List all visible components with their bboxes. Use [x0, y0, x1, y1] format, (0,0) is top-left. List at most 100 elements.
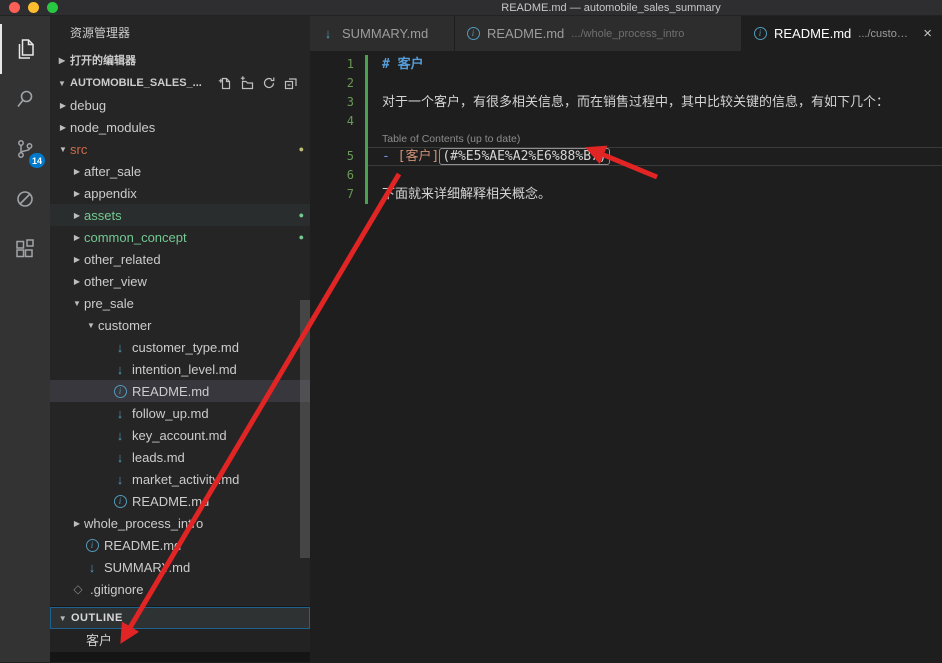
line-number: 2 — [346, 76, 354, 90]
chevron-down-icon: ▼ — [58, 613, 68, 623]
tree-item-other-view[interactable]: ▶ other_view — [50, 270, 310, 292]
scm-badge: 14 — [28, 153, 45, 168]
tree-item-label: .gitignore — [90, 581, 144, 597]
gitignore-icon: ◇ — [73, 582, 83, 596]
outline-section-header[interactable]: ▼ OUTLINE — [50, 607, 310, 629]
activity-explorer[interactable] — [0, 24, 50, 74]
tree-item-label: SUMMARY.md — [104, 559, 191, 575]
sidebar-scrollbar[interactable] — [300, 300, 310, 558]
code-line-2: 2 — [310, 74, 942, 93]
tree-item-common-concept[interactable]: ▶ common_concept ● — [50, 226, 310, 248]
activity-extensions[interactable] — [0, 224, 50, 274]
tree-item-src[interactable]: ▼ src ● — [50, 138, 310, 160]
codelens-label[interactable]: Table of Contents (up to date) — [382, 133, 520, 145]
extensions-icon — [16, 239, 34, 258]
info-icon: i — [753, 27, 767, 40]
editor-content: 1 # 客户 2 3 对于一个客户，有很多相关信息，而在销售过程中，其中比较关键的信息，… — [310, 51, 942, 662]
tree-item-follow-up-md[interactable]: ↓ follow_up.md — [50, 402, 310, 424]
tree-item-market-activity-md[interactable]: ↓ market_activity.md — [50, 468, 310, 490]
sidebar-title: 资源管理器 — [70, 26, 131, 40]
tree-item-label: after_sale — [84, 163, 142, 179]
search-icon — [17, 90, 33, 107]
outline-section: ▼ OUTLINE 客户 — [50, 606, 310, 662]
git-status-dot: ● — [298, 232, 304, 242]
tab-description: .../customer — [858, 27, 914, 40]
git-status-dot: ● — [298, 210, 304, 220]
tab-summary-md[interactable]: ↓ SUMMARY.md — [310, 16, 455, 51]
chevron-right-icon: ▶ — [73, 210, 81, 220]
activity-search[interactable] — [0, 74, 50, 124]
tree-item-gitignore[interactable]: ◇ .gitignore — [50, 578, 310, 600]
folder-section-header[interactable]: ▼ AUTOMOBILE_SALES_... — [50, 72, 310, 94]
new-folder-icon[interactable] — [240, 76, 254, 90]
info-icon: i — [466, 27, 480, 40]
tree-item-intention-level-md[interactable]: ↓ intention_level.md — [50, 358, 310, 380]
info-icon: i — [85, 538, 99, 552]
line-content — [368, 166, 942, 185]
files-icon — [18, 39, 34, 59]
readme-info-icon: i — [112, 494, 128, 508]
line-number: 5 — [346, 149, 354, 163]
tree-item-label: key_account.md — [132, 427, 227, 443]
tab-title: SUMMARY.md — [342, 26, 429, 41]
tree-item-appendix[interactable]: ▶ appendix — [50, 182, 310, 204]
tree-item-customer[interactable]: ▼ customer — [50, 314, 310, 336]
tree-item-assets[interactable]: ▶ assets ● — [50, 204, 310, 226]
new-file-icon[interactable] — [218, 76, 232, 90]
code-token: 对于一个客户，有很多相关信息，而在销售过程中，其中比较关键的信息，有如下几个： — [382, 95, 890, 110]
tree-item-node-modules[interactable]: ▶ node_modules — [50, 116, 310, 138]
code-line-5: 5 - [客户] (#%E5%AE%A2%E6%88%B7) — [310, 147, 942, 166]
chevron-down-icon: ▼ — [59, 144, 67, 154]
minimize-window-button[interactable] — [28, 2, 39, 13]
line-number: 3 — [346, 95, 354, 109]
tree-item-pre-sale[interactable]: ▼ pre_sale — [50, 292, 310, 314]
open-editors-section-header[interactable]: ▶ 打开的编辑器 — [50, 48, 310, 72]
tree-item-other-related[interactable]: ▶ other_related — [50, 248, 310, 270]
tree-item-readme-md[interactable]: i README.md — [50, 380, 310, 402]
tab-readme-md-customer[interactable]: i README.md .../customer × — [742, 16, 942, 51]
code-token: (#%E5%AE%A2%E6%88%B7) — [439, 148, 610, 165]
tree-item-readme-md[interactable]: i README.md — [50, 534, 310, 556]
tree-item-readme-md[interactable]: i README.md — [50, 490, 310, 512]
activity-source-control[interactable]: 14 — [0, 124, 50, 174]
tree-item-label: whole_process_intro — [84, 515, 204, 531]
collapse-all-icon[interactable] — [284, 76, 298, 90]
tree-item-debug[interactable]: ▶ debug — [50, 94, 310, 116]
folder-section-label: AUTOMOBILE_SALES_... — [70, 77, 202, 89]
file-tree: ▶ debug ▶ node_modules ▼ src ● ▶ after_sale ▶ appe… — [50, 94, 310, 606]
code-line-4: 4 — [310, 112, 942, 131]
info-icon: i — [113, 494, 127, 508]
chevron-right-icon: ▶ — [73, 276, 81, 286]
outline-item-customer[interactable]: 客户 — [50, 629, 310, 652]
close-window-button[interactable] — [9, 2, 20, 13]
explorer-actions — [218, 76, 310, 90]
tree-item-customer-type-md[interactable]: ↓ customer_type.md — [50, 336, 310, 358]
chevron-right-icon: ▶ — [59, 100, 67, 110]
line-number: 1 — [346, 57, 354, 71]
outline-footer — [50, 652, 310, 662]
refresh-icon[interactable] — [262, 76, 276, 90]
readme-info-icon: i — [84, 538, 100, 552]
window-controls — [0, 2, 58, 13]
activity-debug[interactable] — [0, 174, 50, 224]
chevron-down-icon: ▼ — [58, 78, 66, 88]
tree-item-after-sale[interactable]: ▶ after_sale — [50, 160, 310, 182]
tree-item-label: other_related — [84, 251, 161, 267]
readme-info-icon: i — [112, 384, 128, 398]
tab-readme-md-whole-process-intro[interactable]: i README.md .../whole_process_intro — [455, 16, 742, 51]
markdown-icon: ↓ — [116, 361, 124, 377]
vscode-window: README.md — automobile_sales_summary 14 — [0, 0, 942, 663]
close-icon[interactable]: × — [913, 26, 932, 41]
chevron-right-icon: ▶ — [73, 166, 81, 176]
tree-item-whole-process-intro[interactable]: ▶ whole_process_intro — [50, 512, 310, 534]
code-token: 下面就来详细解释相关概念。 — [382, 187, 552, 202]
line-content: 对于一个客户，有很多相关信息，而在销售过程中，其中比较关键的信息，有如下几个： — [368, 93, 942, 112]
tree-item-label: node_modules — [70, 119, 156, 135]
sidebar-explorer: 资源管理器 ▶ 打开的编辑器 ▼ AUTOMOBILE_SALES_... ▶ … — [50, 16, 310, 662]
tree-item-key-account-md[interactable]: ↓ key_account.md — [50, 424, 310, 446]
chevron-down-icon: ▼ — [73, 298, 81, 308]
maximize-window-button[interactable] — [47, 2, 58, 13]
tree-item-summary-md[interactable]: ↓ SUMMARY.md — [50, 556, 310, 578]
tree-item-leads-md[interactable]: ↓ leads.md — [50, 446, 310, 468]
chevron-right-icon: ▶ — [73, 518, 81, 528]
